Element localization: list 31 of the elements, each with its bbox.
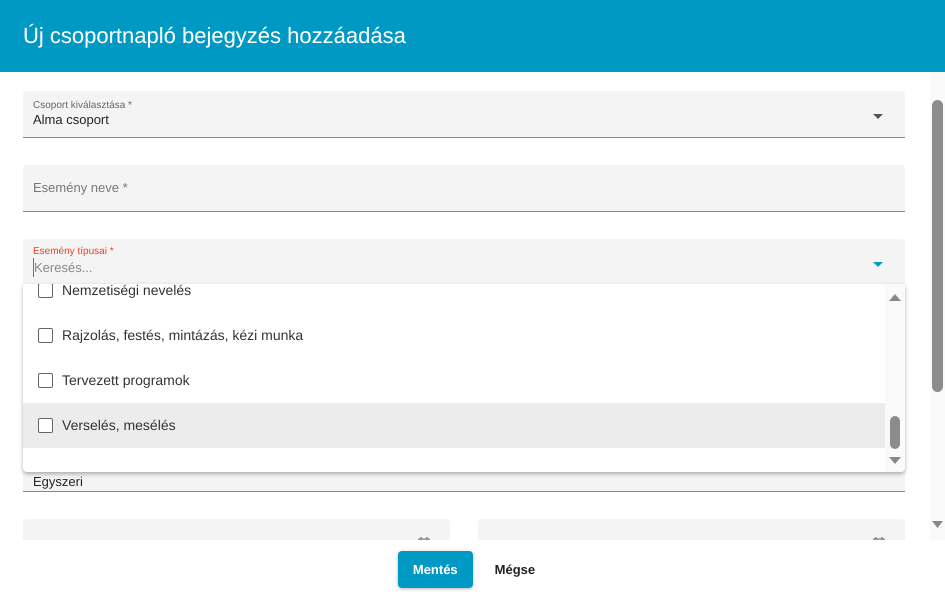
option-label: Nemzetiségi nevelés — [62, 284, 192, 300]
select-field[interactable]: Csoport kiválasztása * Alma csoport — [23, 91, 905, 138]
dropdown-scrollbar[interactable] — [885, 284, 905, 472]
dropdown-caret-icon — [873, 262, 883, 266]
field-label: Csoport kiválasztása * — [33, 100, 133, 112]
scroll-up-arrow-icon[interactable] — [889, 294, 901, 301]
dropdown-caret-icon — [873, 114, 883, 119]
option-item[interactable]: Nemzetiségi nevelés — [23, 284, 885, 313]
scrollbar[interactable] — [930, 72, 945, 540]
option-item[interactable]: Verselés, mesélés — [23, 403, 885, 448]
dialog-title: Új csoportnapló bejegyzés hozzáadása — [23, 22, 406, 50]
field-value: Egyszeri — [33, 475, 83, 488]
scrollbar-thumb[interactable] — [890, 416, 900, 449]
checkbox[interactable] — [38, 418, 53, 433]
scroll-down-arrow-icon[interactable] — [889, 457, 901, 464]
option-label: Verselés, mesélés — [62, 416, 176, 435]
cancel-button[interactable]: Mégse — [482, 550, 548, 588]
option-label: Rajzolás, festés, mintázás, kézi munka — [62, 326, 304, 345]
text-field[interactable]: Esemény neve * — [23, 165, 905, 212]
field-label: Esemény típusai * — [33, 246, 115, 258]
option-item[interactable]: Tervezett programok — [23, 358, 885, 403]
search-input[interactable]: Keresés... — [33, 258, 809, 278]
checkbox[interactable] — [38, 284, 53, 298]
option-label: Tervezett programok — [62, 371, 190, 390]
field-value: Alma csoport — [33, 112, 109, 128]
checkbox[interactable] — [38, 328, 53, 343]
scrollbar-thumb[interactable] — [932, 100, 943, 392]
checkbox[interactable] — [38, 373, 53, 388]
field-label: Esemény neve * — [33, 179, 129, 198]
scroll-down-arrow-icon[interactable] — [932, 521, 943, 528]
option-item[interactable]: Rajzolás, festés, mintázás, kézi munka — [23, 313, 885, 358]
